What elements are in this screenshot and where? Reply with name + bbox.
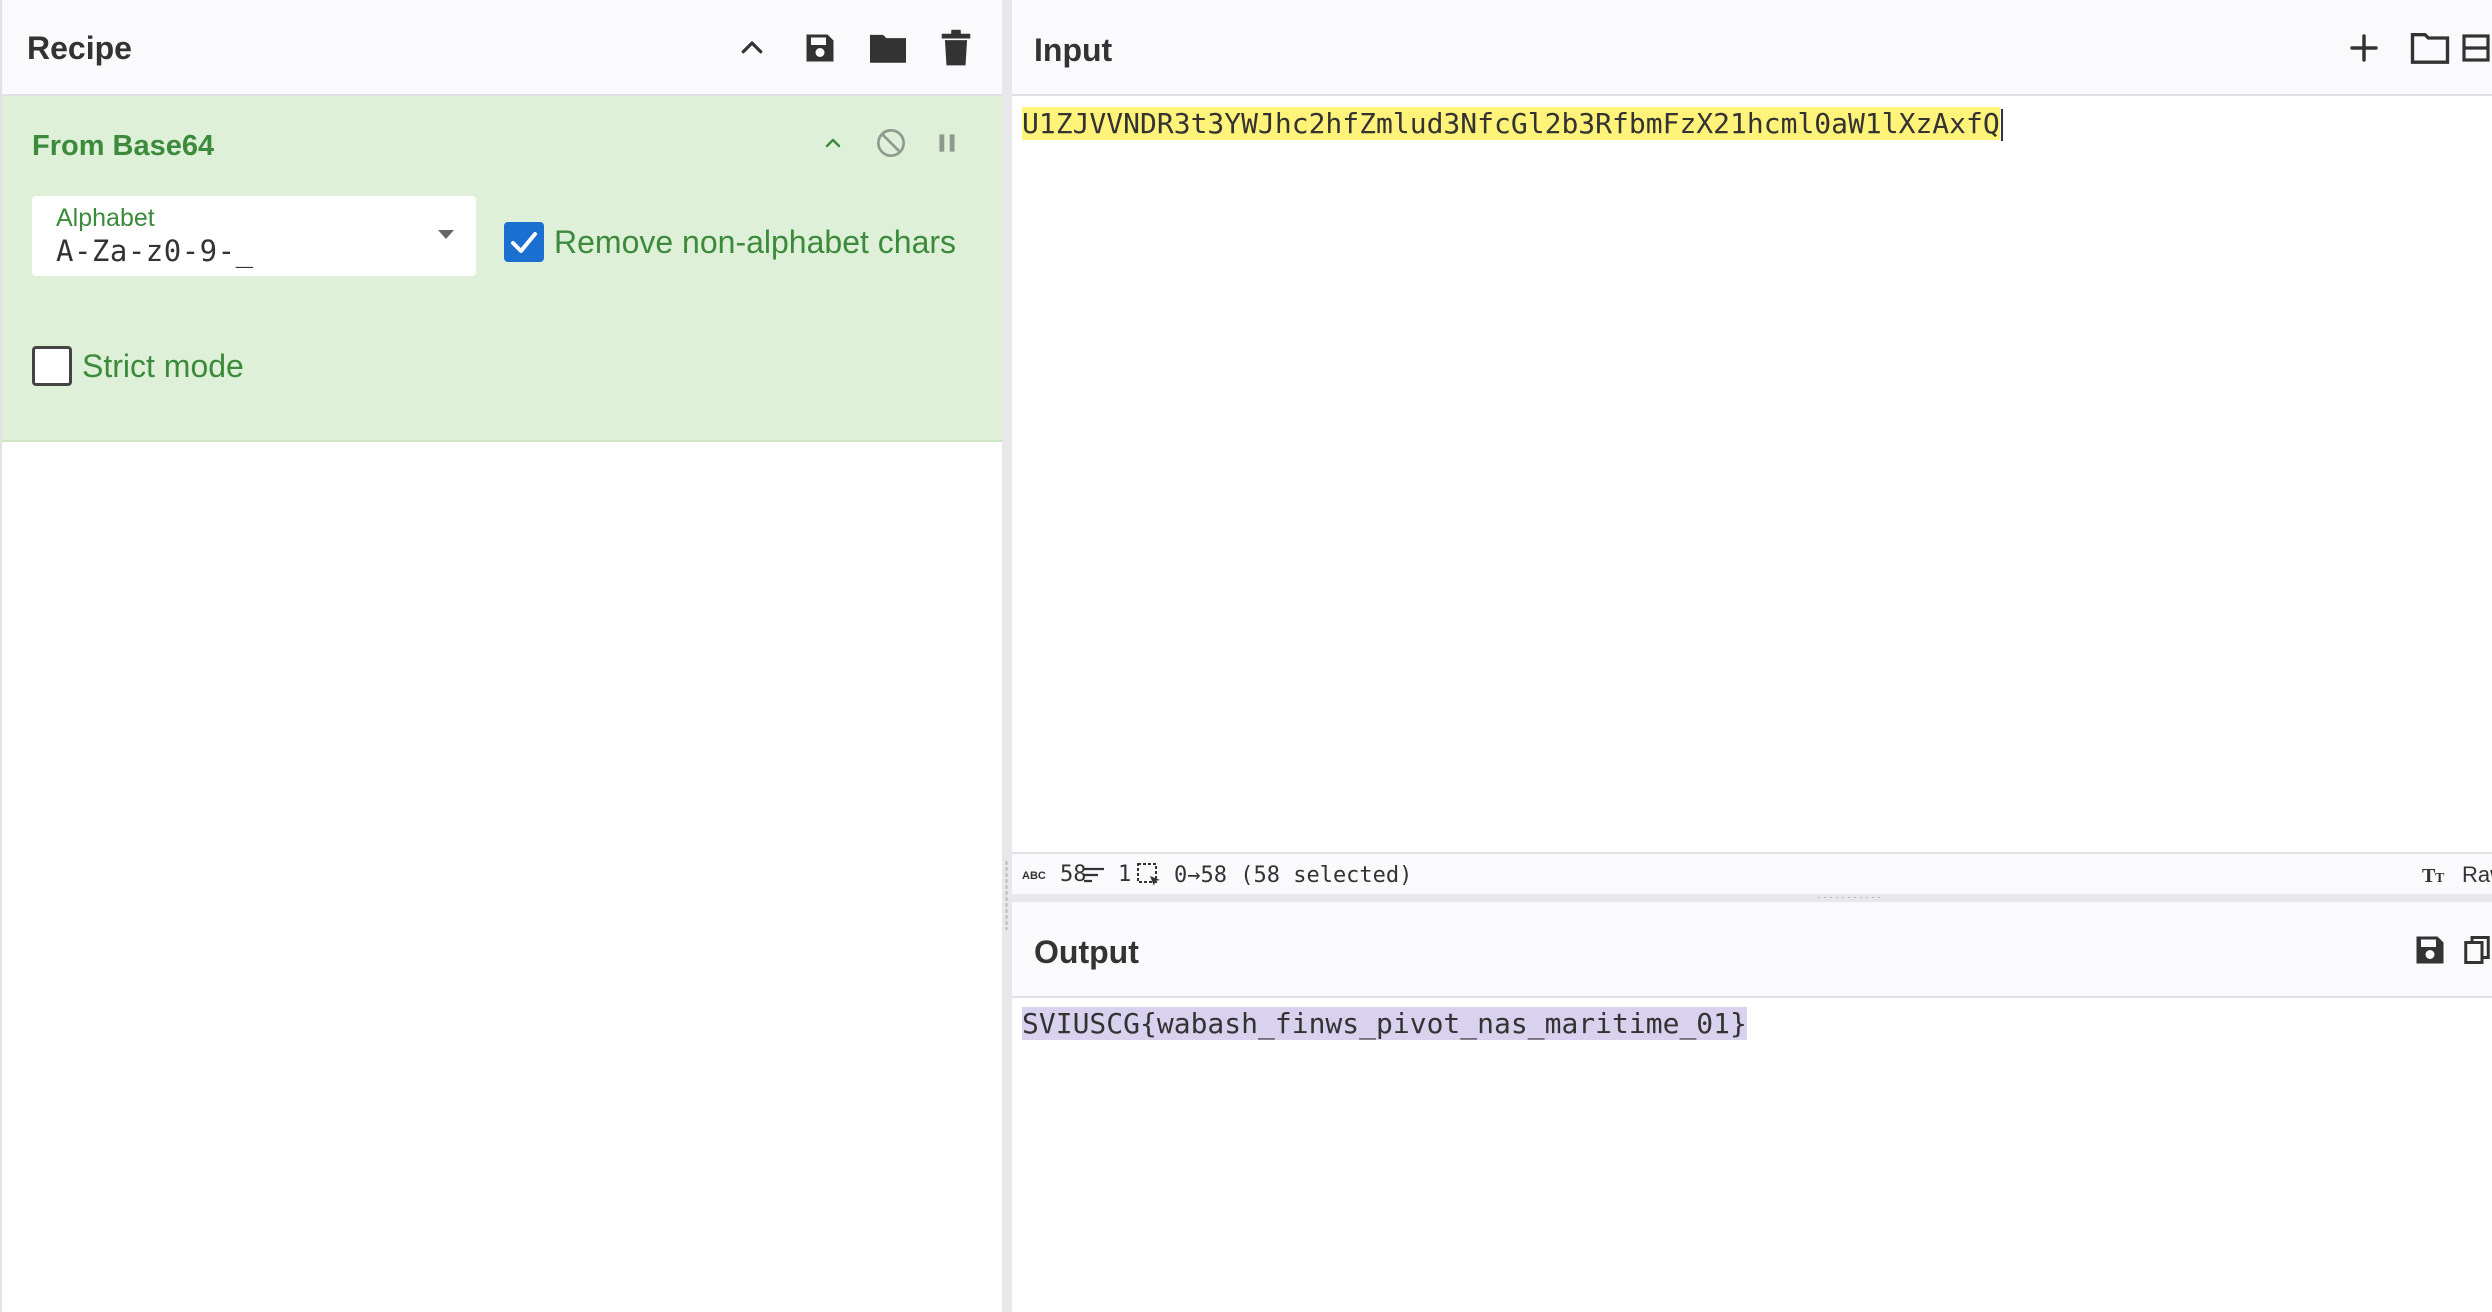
text-cursor xyxy=(2000,109,2003,141)
selection-icon xyxy=(1136,862,1162,888)
output-header: Output xyxy=(1012,902,2492,998)
save-output-button[interactable] xyxy=(2406,926,2454,974)
checkmark-icon xyxy=(511,232,537,253)
recipe-pane: Recipe From Base64 Alphabet A-Za-z0-9-_ xyxy=(0,0,1004,1312)
strict-mode-checkbox[interactable] xyxy=(32,346,72,386)
input-status-bar: ABC 58 1 0→58 (58 selected) TT Raw xyxy=(1012,852,2492,894)
save-icon xyxy=(2416,936,2444,964)
output-title: Output xyxy=(1034,934,1139,970)
clear-recipe-button[interactable] xyxy=(932,24,980,72)
input-length-stat: ABC 58 xyxy=(1022,862,1087,887)
input-text-content: U1ZJVVNDR3t3YWJhc2hfZmlud3NfcGl2b3RfbmFz… xyxy=(1022,107,2000,140)
open-folder-button[interactable] xyxy=(2460,24,2492,72)
copy-output-button[interactable] xyxy=(2462,926,2492,974)
lines-icon xyxy=(1082,865,1106,885)
input-lines-stat: 1 xyxy=(1082,862,1131,887)
input-selection-value: 0→58 (58 selected) xyxy=(1174,862,1413,888)
remove-non-alphabet-checkbox[interactable] xyxy=(504,222,544,262)
input-header: Input xyxy=(1012,0,2492,96)
input-title: Input xyxy=(1034,32,1113,68)
output-pane: Output SVIUSCG{wabash_finws_pivot_nas_ma… xyxy=(1012,902,2492,1312)
disable-icon xyxy=(877,129,905,157)
svg-text:ABC: ABC xyxy=(1022,870,1046,882)
svg-text:T: T xyxy=(2435,871,2445,886)
output-text-content: SVIUSCG{wabash_finws_pivot_nas_maritime_… xyxy=(1022,1007,1747,1040)
load-recipe-button[interactable] xyxy=(864,24,912,72)
operation-from-base64: From Base64 Alphabet A-Za-z0-9-_ Remove … xyxy=(2,96,1004,442)
collapse-operation-button[interactable] xyxy=(810,120,856,166)
save-recipe-button[interactable] xyxy=(796,24,844,72)
alphabet-select[interactable]: Alphabet A-Za-z0-9-_ xyxy=(32,196,476,276)
resize-grip xyxy=(1005,860,1008,930)
add-input-tab-button[interactable] xyxy=(2340,24,2388,72)
chevron-down-icon xyxy=(438,230,454,239)
input-pane: Input U1ZJVVNDR3t3YWJhc2hfZmlud3NfcGl2b3… xyxy=(1012,0,2492,902)
strict-mode-label[interactable]: Strict mode xyxy=(82,348,244,385)
split-icon xyxy=(2462,34,2490,62)
copy-icon xyxy=(2464,936,2490,964)
alphabet-label: Alphabet xyxy=(56,204,155,232)
chevron-up-icon xyxy=(825,138,841,148)
chevron-up-icon xyxy=(741,41,763,54)
recipe-title: Recipe xyxy=(27,30,132,66)
abc-icon: ABC xyxy=(1022,868,1048,882)
folder-icon xyxy=(870,34,906,63)
save-icon xyxy=(806,34,834,62)
recipe-header: Recipe xyxy=(2,0,1002,96)
breakpoint-button[interactable] xyxy=(924,120,970,166)
output-textarea[interactable]: SVIUSCG{wabash_finws_pivot_nas_maritime_… xyxy=(1022,1007,1747,1040)
input-textarea[interactable]: U1ZJVVNDR3t3YWJhc2hfZmlud3NfcGl2b3RfbmFz… xyxy=(1022,107,2003,141)
trash-icon xyxy=(941,29,971,66)
input-selection-stat: 0→58 (58 selected) xyxy=(1136,862,1412,888)
operation-title: From Base64 xyxy=(32,130,215,162)
input-format-label: Raw xyxy=(2462,862,2492,887)
input-format-toggle[interactable]: TT Raw xyxy=(2422,862,2492,888)
open-input-file-button[interactable] xyxy=(2406,24,2454,72)
input-lines-value: 1 xyxy=(1118,862,1132,887)
svg-text:T: T xyxy=(2422,865,2436,886)
collapse-all-button[interactable] xyxy=(728,24,776,72)
pause-icon xyxy=(939,134,955,152)
remove-non-alphabet-label[interactable]: Remove non-alphabet chars xyxy=(554,224,956,261)
plus-icon xyxy=(2350,34,2378,62)
disable-operation-button[interactable] xyxy=(868,120,914,166)
pane-resize-handle-horizontal[interactable] xyxy=(1012,894,2492,902)
resize-grip xyxy=(1816,896,1882,899)
pane-resize-handle-vertical[interactable] xyxy=(1002,0,1012,1312)
folder-icon xyxy=(2410,33,2450,64)
text-format-icon: TT xyxy=(2422,864,2450,886)
alphabet-value: A-Za-z0-9-_ xyxy=(56,234,254,268)
